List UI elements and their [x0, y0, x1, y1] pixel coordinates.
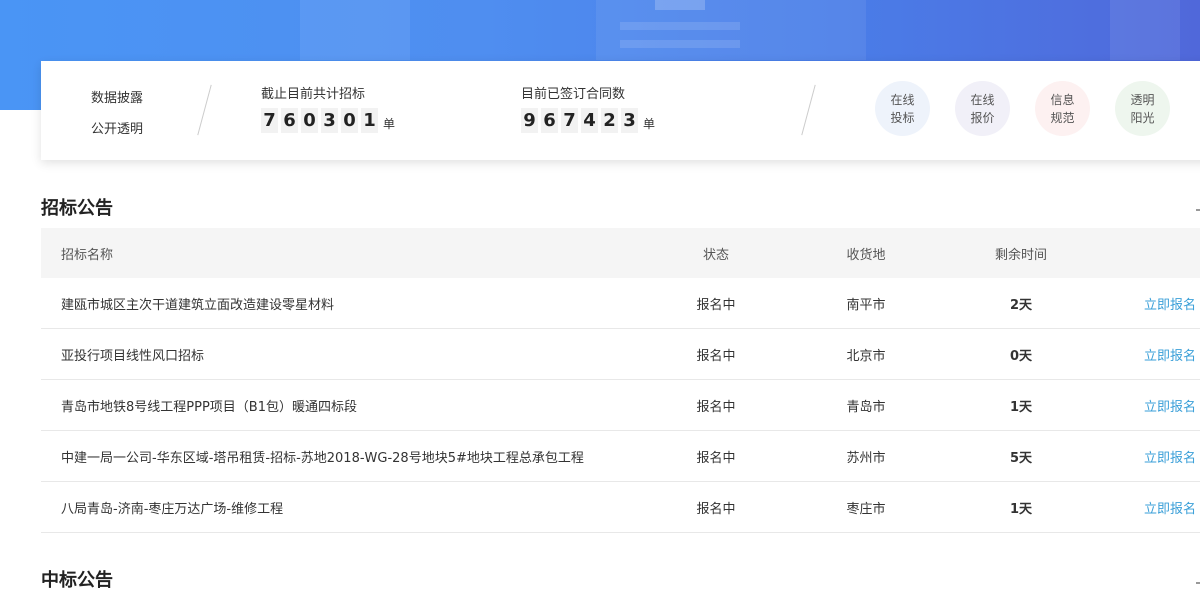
digit: 0: [341, 108, 358, 133]
online-quote-button[interactable]: 在线 报价: [955, 81, 1010, 136]
table-header: 招标名称 状态 收货地 剩余时间: [41, 228, 1200, 278]
digit: 9: [521, 108, 538, 133]
circle-label: 在线: [970, 92, 995, 107]
disclosure-line: 数据披露: [91, 91, 144, 106]
unit-label: 单: [383, 117, 396, 131]
digit: 3: [321, 108, 338, 133]
award-section-title: 中标公告: [41, 570, 113, 591]
table-row: 建瓯市城区主次干道建筑立面改造建设零星材料 报名中 南平市 2天 立即报名: [41, 278, 1200, 329]
tender-place: 枣庄市: [846, 501, 886, 517]
digit: 6: [281, 108, 298, 133]
tender-status: 报名中: [696, 450, 736, 466]
circle-label: 阳光: [1130, 110, 1155, 125]
more-link-edge[interactable]: [1196, 209, 1200, 211]
register-link[interactable]: 立即报名: [1086, 294, 1200, 313]
banner-decoration: [596, 0, 866, 60]
circle-label: 在线: [890, 92, 915, 107]
digit: 2: [601, 108, 618, 133]
circle-label: 报价: [970, 110, 995, 125]
tender-section-title: 招标公告: [41, 198, 113, 219]
header-status: 状态: [702, 247, 729, 263]
circle-label: 投标: [890, 110, 915, 125]
circle-label: 信息: [1050, 92, 1075, 107]
table-row: 八局青岛-济南-枣庄万达广场-维修工程 报名中 枣庄市 1天 立即报名: [41, 482, 1200, 533]
register-link[interactable]: 立即报名: [1086, 498, 1200, 517]
header-place: 收货地: [846, 247, 886, 263]
table-row: 中建一局一公司-华东区域-塔吊租赁-招标-苏地2018-WG-28号地块5#地块…: [41, 431, 1200, 482]
tender-name[interactable]: 青岛市地铁8号线工程PPP项目（B1包）暖通四标段: [41, 396, 656, 415]
digit: 6: [541, 108, 558, 133]
info-standard-button[interactable]: 信息 规范: [1035, 81, 1090, 136]
tender-days: 0天: [1009, 348, 1033, 364]
circle-label: 透明: [1130, 92, 1155, 107]
banner-decoration: [1110, 0, 1180, 60]
disclosure-text: 数据披露 公开透明: [91, 83, 143, 145]
tender-status: 报名中: [696, 348, 736, 364]
tender-place: 苏州市: [846, 450, 886, 466]
header-remaining: 剩余时间: [994, 247, 1047, 263]
tender-name[interactable]: 八局青岛-济南-枣庄万达广场-维修工程: [41, 498, 656, 517]
transparency-button[interactable]: 透明 阳光: [1115, 81, 1170, 136]
contract-count: 9 6 7 4 2 3 单: [521, 108, 655, 133]
tender-status: 报名中: [696, 399, 736, 415]
circle-label: 规范: [1050, 110, 1075, 125]
tender-count: 7 6 0 3 0 1 单: [261, 108, 395, 133]
banner-decoration: [620, 40, 740, 48]
tender-place: 南平市: [846, 297, 886, 313]
contract-count-label: 目前已签订合同数: [521, 87, 626, 102]
tender-days: 1天: [1009, 399, 1033, 415]
stats-card: 数据披露 公开透明 截止目前共计招标 7 6 0 3 0 1 单 目前已签订合同…: [41, 61, 1200, 160]
tender-name[interactable]: 中建一局一公司-华东区域-塔吊租赁-招标-苏地2018-WG-28号地块5#地块…: [41, 447, 656, 466]
online-bid-button[interactable]: 在线 投标: [875, 81, 930, 136]
disclosure-line: 公开透明: [91, 122, 144, 137]
banner-decoration: [655, 0, 705, 10]
tender-place: 青岛市: [846, 399, 886, 415]
table-row: 青岛市地铁8号线工程PPP项目（B1包）暖通四标段 报名中 青岛市 1天 立即报…: [41, 380, 1200, 431]
more-link-edge[interactable]: [1196, 582, 1200, 584]
digit: 0: [301, 108, 318, 133]
digit: 7: [261, 108, 278, 133]
tender-days: 1天: [1009, 501, 1033, 517]
tender-status: 报名中: [696, 501, 736, 517]
digit: 3: [621, 108, 638, 133]
divider: [197, 84, 212, 136]
tender-name[interactable]: 建瓯市城区主次干道建筑立面改造建设零星材料: [41, 294, 656, 313]
register-link[interactable]: 立即报名: [1086, 345, 1200, 364]
tender-table: 招标名称 状态 收货地 剩余时间 建瓯市城区主次干道建筑立面改造建设零星材料 报…: [41, 228, 1200, 533]
digit: 4: [581, 108, 598, 133]
register-link[interactable]: 立即报名: [1086, 447, 1200, 466]
tender-days: 5天: [1009, 450, 1033, 466]
banner-decoration: [300, 0, 410, 60]
banner-decoration: [620, 22, 740, 30]
unit-label: 单: [643, 117, 656, 131]
register-link[interactable]: 立即报名: [1086, 396, 1200, 415]
tender-name[interactable]: 亚投行项目线性风口招标: [41, 345, 656, 364]
digit: 7: [561, 108, 578, 133]
tender-count-label: 截止目前共计招标: [261, 87, 366, 102]
tender-days: 2天: [1009, 297, 1033, 313]
tender-status: 报名中: [696, 297, 736, 313]
table-row: 亚投行项目线性风口招标 报名中 北京市 0天 立即报名: [41, 329, 1200, 380]
digit: 1: [361, 108, 378, 133]
tender-place: 北京市: [846, 348, 886, 364]
header-name: 招标名称: [61, 247, 114, 263]
divider: [801, 84, 816, 136]
